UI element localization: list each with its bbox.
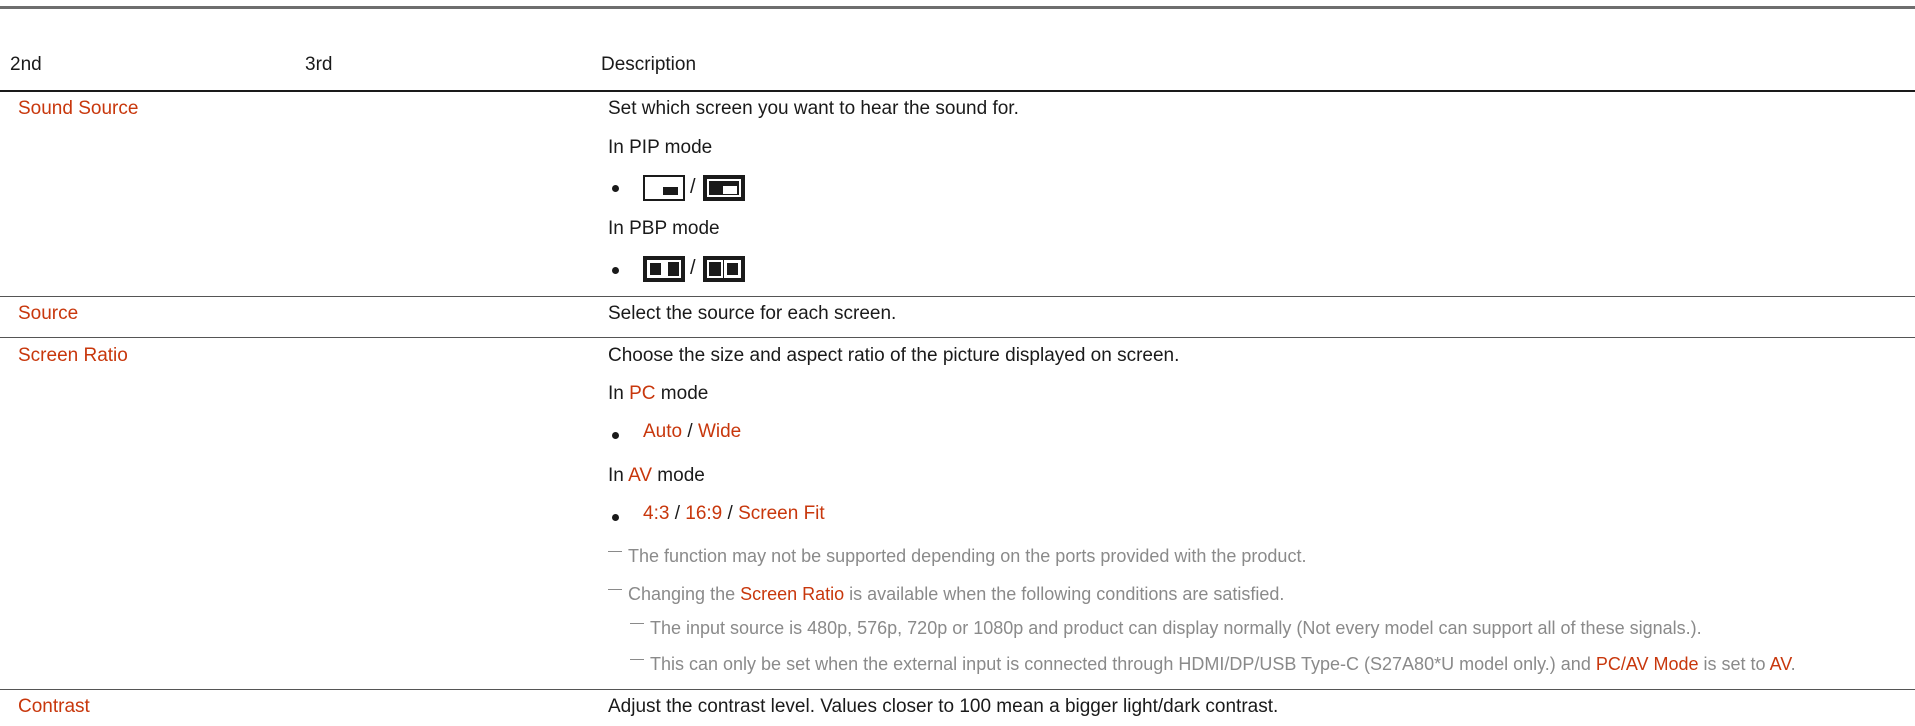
- contrast-description: Adjust the contrast level. Values closer…: [608, 696, 1279, 717]
- separator-slash: /: [690, 176, 696, 198]
- screen-ratio-description: Choose the size and aspect ratio of the …: [608, 345, 1180, 366]
- av-mode-label: In AV mode: [608, 465, 705, 486]
- row-divider: [0, 689, 1915, 690]
- av-mode-options: 4:3 / 16:9 / Screen Fit: [643, 503, 825, 524]
- pc-mode-label: In PC mode: [608, 383, 709, 404]
- column-header-2nd: 2nd: [10, 54, 42, 75]
- top-rule: [0, 6, 1915, 9]
- option-wide: Wide: [697, 421, 742, 442]
- subnote-external-input: This can only be set when the external i…: [630, 654, 1796, 675]
- row-divider: [0, 296, 1915, 297]
- bullet: [612, 432, 619, 439]
- bullet: [612, 514, 619, 521]
- row-title-source: Source: [18, 303, 79, 324]
- pbp-mode-label: In PBP mode: [608, 218, 720, 239]
- pc-term: PC: [629, 383, 656, 404]
- screen-ratio-term: Screen Ratio: [740, 584, 845, 604]
- row-title-screen-ratio: Screen Ratio: [18, 345, 128, 366]
- pc-mode-options: Auto / Wide: [643, 421, 742, 442]
- row-divider: [0, 337, 1915, 338]
- pc-av-mode-term: PC/AV Mode: [1595, 654, 1699, 674]
- pbp-right-sound-icon: [703, 256, 745, 282]
- pip-mode-label: In PIP mode: [608, 137, 713, 158]
- subnote-input-source: The input source is 480p, 576p, 720p or …: [630, 618, 1702, 639]
- note-ports: The function may not be supported depend…: [608, 546, 1306, 567]
- option-4-3: 4:3: [643, 503, 670, 524]
- bullet: [612, 185, 619, 192]
- row-title-contrast: Contrast: [18, 696, 90, 717]
- pip-main-sound-icon: [703, 175, 745, 201]
- separator-slash: /: [690, 257, 696, 279]
- pip-sub-sound-icon: [643, 175, 685, 201]
- column-header-3rd: 3rd: [305, 54, 333, 75]
- av-term: AV: [628, 465, 653, 486]
- column-header-description: Description: [601, 54, 697, 75]
- option-screen-fit: Screen Fit: [738, 503, 825, 524]
- row-title-sound-source: Sound Source: [18, 98, 139, 119]
- sound-source-description: Set which screen you want to hear the so…: [608, 98, 1019, 119]
- source-description: Select the source for each screen.: [608, 303, 897, 324]
- note-conditions: Changing the Screen Ratio is available w…: [608, 584, 1284, 605]
- option-auto: Auto: [643, 421, 683, 442]
- bullet: [612, 267, 619, 274]
- header-divider: [0, 90, 1915, 92]
- av-term: AV: [1769, 654, 1791, 674]
- option-16-9: 16:9: [685, 503, 723, 524]
- pbp-left-sound-icon: [643, 256, 685, 282]
